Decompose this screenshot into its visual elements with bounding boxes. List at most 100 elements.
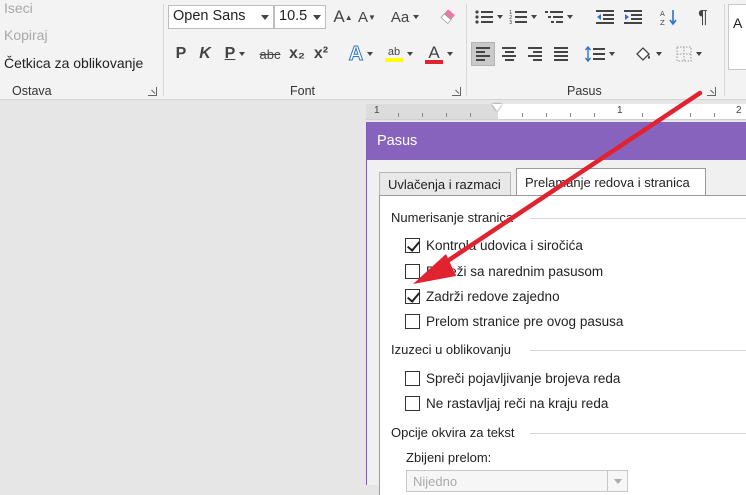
shrink-font-button[interactable]: A ▼ [356,5,378,29]
highlight-button[interactable]: ab [382,42,416,66]
paragraph-launcher-icon[interactable] [707,87,716,96]
keep-with-next-option[interactable]: Poveži sa narednim pasusom [405,262,603,280]
checkbox[interactable] [405,237,420,253]
show-formatting-marks-button[interactable]: ¶ [691,5,715,29]
copy-button[interactable]: Kopiraj [4,27,48,43]
font-color-label: A [428,42,440,62]
font-name-combo[interactable]: Open Sans [168,5,274,29]
clear-formatting-button[interactable] [436,5,460,29]
dialog-titlebar[interactable]: Pasus [367,122,746,160]
decrease-indent-button[interactable] [593,5,617,29]
tight-wrap-value: Nijedno [413,474,458,489]
font-group-label: Font [290,84,316,98]
dont-hyphenate-option[interactable]: Ne rastavljaj reči na kraju reda [405,394,608,412]
checkbox[interactable] [405,370,420,386]
bullets-button[interactable] [473,5,505,29]
checkbox[interactable] [405,288,420,304]
chevron-down-icon [447,52,453,56]
highlighter-icon: ab [385,45,403,62]
strikethrough-button[interactable]: abc [256,42,284,66]
tab-indents-and-spacing[interactable]: Uvlačenja i razmaci [379,172,511,196]
shading-button[interactable] [631,42,665,66]
borders-button[interactable] [671,42,707,66]
checkbox-label: Poveži sa narednim pasusom [426,263,604,279]
ruler-tick [398,113,399,117]
ruler-tick [690,113,691,117]
ruler-number: 1 [374,105,380,116]
font-color-icon: A [425,42,443,64]
bullets-icon [475,10,493,24]
subscript-button[interactable]: x₂ [286,42,308,66]
ruler-tick [666,113,667,117]
text-effects-icon: A [348,42,364,65]
ruler-tick [522,113,523,117]
tight-wrap-label: Zbijeni prelom: [406,450,492,465]
style-preview: A [733,15,743,31]
font-size-combo[interactable]: 10.5 [274,5,326,29]
cut-button[interactable]: Iseci [4,0,33,16]
font-launcher-icon[interactable] [452,87,461,96]
format-painter-button[interactable]: Četkica za oblikovanje [4,55,143,71]
checkbox-label: Zadrži redove zajedno [426,288,560,304]
bold-button[interactable]: P [170,42,192,66]
chevron-down-icon [696,52,702,56]
pagination-section-title: Numerisanje stranica [391,210,514,225]
page-break-before-option[interactable]: Prelom stranice pre ovog pasusa [405,312,623,330]
ruler-margin [366,104,498,119]
ruler-tick [570,113,571,117]
paragraph-dialog: Pasus Uvlačenja i razmaci Prelamanje red… [366,122,746,495]
clipboard-launcher-icon[interactable] [148,87,157,96]
clipboard-group: Iseci Kopiraj Četkica za oblikovanje Ost… [0,0,162,100]
numbering-button[interactable]: 1 2 3 [507,5,539,29]
sort-button[interactable]: A Z [657,5,681,29]
multilevel-list-button[interactable] [543,5,575,29]
chevron-down-icon [261,15,269,20]
align-center-icon [502,47,516,61]
ruler-tick [594,113,595,117]
suppress-line-numbers-option[interactable]: Spreči pojavljivanje brojeva reda [405,369,620,387]
justify-icon [554,47,568,61]
svg-text:A: A [660,10,665,18]
horizontal-ruler[interactable]: 1 1 2 [366,104,746,120]
multilevel-list-icon [545,11,563,23]
highlight-label: ab [387,45,401,58]
text-effects-button[interactable]: A [344,42,378,66]
line-spacing-button[interactable] [583,42,617,66]
chevron-down-icon [413,15,420,19]
align-left-icon [476,47,490,61]
paint-bucket-icon [636,47,650,61]
checkbox-label: Kontrola udovica i siročića [426,237,583,253]
chevron-down-icon [607,471,627,491]
increase-indent-button[interactable] [621,5,645,29]
ruler-tick [446,113,447,117]
underline-label: P [224,45,236,62]
change-case-button[interactable]: Aa [388,5,422,29]
chevron-down-icon [567,15,573,19]
ruler-tick [422,113,423,117]
align-right-button[interactable] [523,42,547,66]
checkbox[interactable] [405,263,420,279]
align-center-button[interactable] [497,42,521,66]
italic-button[interactable]: K [194,42,216,66]
superscript-button[interactable]: x² [310,42,332,66]
indent-marker-icon[interactable] [492,104,502,111]
align-left-button[interactable] [471,42,495,66]
ruler-tick [546,113,547,117]
checkbox[interactable] [405,313,420,329]
group-divider [724,4,725,96]
tab-line-and-page-breaks[interactable]: Prelamanje redova i stranica [516,168,706,196]
justify-button[interactable] [549,42,573,66]
underline-button[interactable]: P [220,42,250,66]
section-divider [530,350,746,351]
keep-lines-together-option[interactable]: Zadrži redove zajedno [405,287,560,305]
change-case-icon: Aa [390,8,410,26]
tight-wrap-select[interactable]: Nijedno [406,470,628,492]
styles-gallery[interactable]: A [728,4,746,70]
widow-orphan-control-option[interactable]: Kontrola udovica i siročića [405,236,583,254]
tab-panel: Numerisanje stranica Kontrola udovica i … [379,195,746,495]
paragraph-group: 1 2 3 A Z ¶ Pasus [467,0,723,100]
grow-font-button[interactable]: A ▲ [332,5,354,29]
font-color-button[interactable]: A [422,42,456,66]
chevron-down-icon [239,52,246,56]
checkbox[interactable] [405,395,420,411]
